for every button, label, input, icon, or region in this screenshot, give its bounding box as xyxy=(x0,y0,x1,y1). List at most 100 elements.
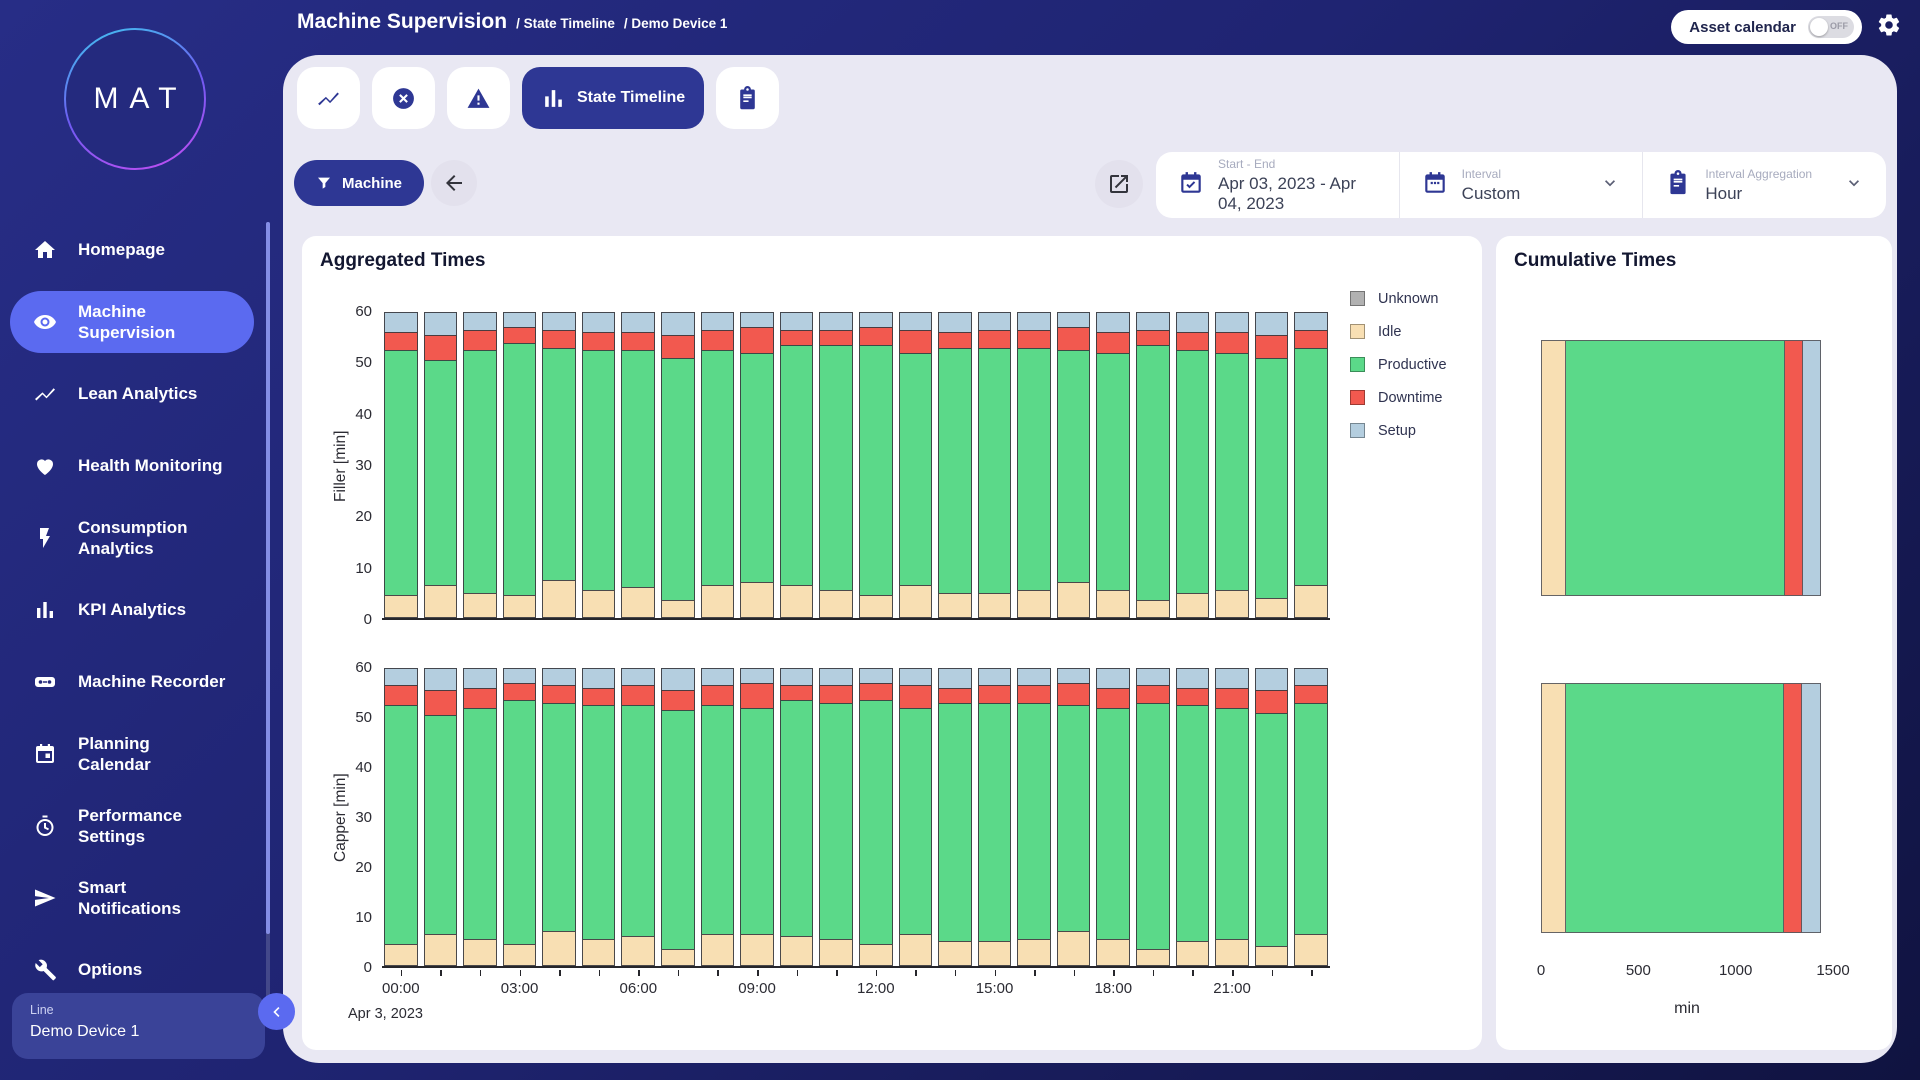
export-button[interactable] xyxy=(1095,160,1143,208)
sidebar-item-consumption-analytics[interactable]: Consumption Analytics xyxy=(0,502,270,574)
legend-item-productive[interactable]: Productive xyxy=(1350,348,1447,381)
bar-segment-downtime xyxy=(542,330,576,348)
aggregation-label: Interval Aggregation xyxy=(1705,167,1812,181)
bar-segment-productive xyxy=(978,703,1012,941)
x-axis-tick xyxy=(757,970,759,976)
sidebar-collapse-button[interactable] xyxy=(258,993,295,1030)
stacked-bar-capper-21:00 xyxy=(1215,668,1249,966)
aggregated-times-title: Aggregated Times xyxy=(320,250,485,272)
bar-segment-downtime xyxy=(1017,685,1051,702)
x-axis-tick xyxy=(1311,970,1313,976)
stacked-bar-filler-08:00 xyxy=(701,312,735,618)
tab-state-timeline[interactable]: State Timeline xyxy=(522,67,704,129)
stacked-bar-filler-16:00 xyxy=(1017,312,1051,618)
bar-segment-idle xyxy=(899,934,933,966)
start-end-selector[interactable]: Start - End Apr 03, 2023 - Apr 04, 2023 xyxy=(1156,152,1399,218)
x-axis-tick xyxy=(480,970,482,976)
bar-segment-setup xyxy=(780,312,814,330)
bar-segment-downtime xyxy=(463,330,497,350)
y-tick-label: 0 xyxy=(310,959,372,976)
bar-segment-idle xyxy=(542,580,576,618)
bar-segment-downtime xyxy=(938,688,972,703)
y-tick-label: 30 xyxy=(310,457,372,474)
legend-item-idle[interactable]: Idle xyxy=(1350,315,1447,348)
sidebar-item-planning-calendar[interactable]: Planning Calendar xyxy=(0,718,270,790)
bar-segment-downtime xyxy=(503,683,537,700)
bar-segment-downtime xyxy=(899,330,933,353)
bar-segment-setup xyxy=(384,668,418,685)
x-axis-tick xyxy=(1192,970,1194,976)
stacked-bar-filler-05:00 xyxy=(582,312,616,618)
x-axis-tick xyxy=(1272,970,1274,976)
stacked-bar-capper-10:00 xyxy=(780,668,814,966)
tab-warning[interactable] xyxy=(447,67,510,129)
bar-segment-productive xyxy=(621,350,655,587)
sidebar-item-machine-supervision[interactable]: Machine Supervision xyxy=(0,286,270,358)
stacked-bar-filler-09:00 xyxy=(740,312,774,618)
bar-segment-productive xyxy=(899,708,933,934)
stacked-bar-filler-04:00 xyxy=(542,312,576,618)
bar-segment-downtime xyxy=(819,330,853,345)
bar-segment-downtime xyxy=(701,685,735,705)
sidebar-item-lean-analytics[interactable]: Lean Analytics xyxy=(0,358,270,430)
bar-segment-downtime xyxy=(1255,335,1289,358)
breadcrumb-item-0[interactable]: / State Timeline xyxy=(516,16,615,31)
interval-selector[interactable]: Interval Custom xyxy=(1399,152,1643,218)
bar-segment-downtime xyxy=(701,330,735,350)
sidebar-item-homepage[interactable]: Homepage xyxy=(0,214,270,286)
legend-swatch xyxy=(1350,291,1365,306)
bar-segment-idle xyxy=(503,944,537,966)
interval-aggregation-selector[interactable]: Interval Aggregation Hour xyxy=(1642,152,1886,218)
mat-logo[interactable]: MAT xyxy=(64,28,206,170)
bar-segment-setup xyxy=(384,312,418,332)
bar-segment-setup xyxy=(740,312,774,327)
x-tick-label: 0 xyxy=(1537,962,1545,979)
bar-segment-setup xyxy=(582,312,616,332)
bar-segment-setup xyxy=(1294,668,1328,685)
asset-calendar-label: Asset calendar xyxy=(1689,19,1796,36)
x-axis-tick xyxy=(717,970,719,976)
calendar-icon xyxy=(33,742,57,766)
machine-filter-button[interactable]: Machine xyxy=(294,160,424,206)
bar-segment-productive xyxy=(701,705,735,933)
bar-segment-productive xyxy=(1176,705,1210,941)
stacked-bar-capper-07:00 xyxy=(661,668,695,966)
bar-segment-productive xyxy=(463,708,497,939)
sidebar-item-kpi-analytics[interactable]: KPI Analytics xyxy=(0,574,270,646)
tab-trend-line[interactable] xyxy=(297,67,360,129)
bar-segment-downtime xyxy=(542,685,576,702)
sidebar-scrollbar-thumb[interactable] xyxy=(266,222,270,934)
device-panel-label: Line xyxy=(30,1003,247,1017)
x-axis-tick xyxy=(797,970,799,976)
tab-clipboard[interactable] xyxy=(716,67,779,129)
x-tick-label: 09:00 xyxy=(738,980,776,997)
gear-icon xyxy=(1876,12,1902,38)
sidebar-item-machine-recorder[interactable]: Machine Recorder xyxy=(0,646,270,718)
legend-item-setup[interactable]: Setup xyxy=(1350,414,1447,447)
breadcrumb-item-1[interactable]: / Demo Device 1 xyxy=(624,16,728,31)
aggregation-value: Hour xyxy=(1705,184,1812,204)
legend-item-unknown[interactable]: Unknown xyxy=(1350,282,1447,315)
stacked-bar-filler-23:00 xyxy=(1294,312,1328,618)
bar-segment-idle xyxy=(503,595,537,618)
x-tick-label: 1000 xyxy=(1719,962,1752,979)
bar-segment-productive xyxy=(582,705,616,938)
cumulative-times-title: Cumulative Times xyxy=(1514,250,1676,272)
asset-calendar-toggle[interactable]: OFF xyxy=(1808,16,1854,38)
sidebar-item-health-monitoring[interactable]: Health Monitoring xyxy=(0,430,270,502)
toggle-knob xyxy=(1810,18,1828,36)
sidebar-item-performance-settings[interactable]: Performance Settings xyxy=(0,790,270,862)
x-axis-tick xyxy=(1153,970,1155,976)
bar-segment-idle xyxy=(938,593,972,619)
tab-circle-x[interactable] xyxy=(372,67,435,129)
legend-item-downtime[interactable]: Downtime xyxy=(1350,381,1447,414)
settings-gear-button[interactable] xyxy=(1876,12,1902,38)
bar-segment-productive xyxy=(1255,358,1289,598)
interval-value: Custom xyxy=(1462,184,1521,204)
sidebar-item-label: Homepage xyxy=(78,239,165,260)
back-button[interactable] xyxy=(431,160,477,206)
asset-calendar-pill: Asset calendar OFF xyxy=(1671,10,1862,44)
bar-segment-setup xyxy=(701,312,735,330)
bar-segment-downtime xyxy=(582,332,616,350)
sidebar-item-smart-notifications[interactable]: Smart Notifications xyxy=(0,862,270,934)
